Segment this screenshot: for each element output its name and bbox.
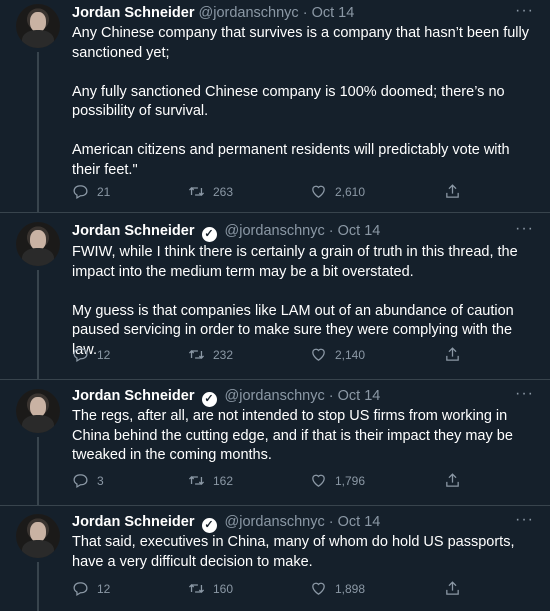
- like-icon: [312, 582, 325, 595]
- more-options-icon[interactable]: ···: [515, 385, 534, 403]
- reply-count: 12: [97, 581, 111, 596]
- like-button[interactable]: 2,140: [310, 346, 365, 363]
- author-handle[interactable]: @jordanschnyc: [225, 223, 325, 239]
- reply-icon: [73, 348, 88, 363]
- share-button[interactable]: [444, 472, 461, 489]
- avatar[interactable]: [16, 514, 60, 558]
- reply-icon: [73, 582, 88, 597]
- thread-line: [37, 270, 39, 379]
- reply-count: 3: [97, 473, 104, 488]
- author-handle[interactable]: @jordanschnyc: [225, 388, 325, 404]
- thread-line: [37, 562, 39, 611]
- avatar[interactable]: [16, 222, 60, 266]
- tweet-header: Jordan Schneider ✓ @jordanschnyc · Oct 1…: [72, 514, 380, 534]
- retweet-icon: [188, 350, 205, 359]
- retweet-icon: [188, 584, 205, 593]
- tweet-header: Jordan Schneider ✓ @jordanschnyc · Oct 1…: [72, 223, 380, 243]
- avatar[interactable]: [16, 4, 60, 48]
- reply-button[interactable]: 21: [72, 183, 110, 200]
- author-name[interactable]: Jordan Schneider: [72, 514, 194, 530]
- thread-line: [37, 52, 39, 212]
- separator: ·: [328, 514, 334, 530]
- reply-icon: [73, 185, 88, 200]
- tweet-text: The regs, after all, are not intended to…: [72, 407, 536, 466]
- separator: ·: [328, 223, 334, 239]
- like-button[interactable]: 1,898: [310, 580, 365, 597]
- retweet-count: 232: [213, 347, 234, 362]
- like-icon: [312, 185, 325, 198]
- retweet-count: 263: [213, 184, 234, 199]
- avatar[interactable]: [16, 389, 60, 433]
- share-icon: [446, 581, 459, 595]
- tweet-text: Any Chinese company that survives is a c…: [72, 24, 536, 180]
- retweet-count: 162: [213, 473, 234, 488]
- like-button[interactable]: 2,610: [310, 183, 365, 200]
- like-icon: [312, 474, 325, 487]
- thread-line: [37, 437, 39, 505]
- share-button[interactable]: [444, 346, 461, 363]
- reply-button[interactable]: 12: [72, 346, 110, 363]
- tweet-header: Jordan Schneider ✓ @jordanschnyc · Oct 1…: [72, 388, 380, 408]
- more-options-icon[interactable]: ···: [515, 220, 534, 238]
- separator: ·: [328, 388, 334, 404]
- tweet[interactable]: Jordan Schneider ✓ @jordanschnyc · Oct 1…: [0, 506, 550, 611]
- tweet-paragraph: FWIW, while I think there is certainly a…: [72, 244, 518, 280]
- tweet-date[interactable]: Oct 14: [312, 5, 355, 21]
- reply-icon: [73, 474, 88, 489]
- reply-button[interactable]: 12: [72, 580, 110, 597]
- share-button[interactable]: [444, 183, 461, 200]
- tweet-text: That said, executives in China, many of …: [72, 533, 536, 572]
- retweet-count: 160: [213, 581, 234, 596]
- share-icon: [446, 184, 459, 198]
- share-icon: [446, 347, 459, 361]
- tweet-text: FWIW, while I think there is certainly a…: [72, 243, 536, 360]
- tweet-paragraph: The regs, after all, are not intended to…: [72, 408, 513, 463]
- tweet[interactable]: Jordan Schneider ✓ @jordanschnyc · Oct 1…: [0, 380, 550, 505]
- verified-badge-icon: ✓: [201, 227, 217, 242]
- retweet-button[interactable]: 232: [188, 346, 233, 363]
- tweet-header: Jordan Schneider @jordanschnyc · Oct 14: [72, 5, 354, 25]
- author-name[interactable]: Jordan Schneider: [72, 223, 194, 239]
- like-icon: [312, 348, 325, 361]
- tweet-paragraph: My guess is that companies like LAM out …: [72, 302, 514, 358]
- like-count: 2,610: [335, 184, 366, 199]
- author-handle[interactable]: @jordanschnyc: [225, 514, 325, 530]
- separator: ·: [302, 5, 308, 21]
- reply-button[interactable]: 3: [72, 472, 104, 489]
- retweet-button[interactable]: 263: [188, 183, 233, 200]
- reply-count: 21: [97, 184, 111, 199]
- tweet[interactable]: Jordan Schneider ✓ @jordanschnyc · Oct 1…: [0, 213, 550, 379]
- tweet[interactable]: Jordan Schneider @jordanschnyc · Oct 14 …: [0, 0, 550, 212]
- author-name[interactable]: Jordan Schneider: [72, 5, 194, 21]
- reply-count: 12: [97, 347, 111, 362]
- retweet-icon: [188, 476, 205, 485]
- share-icon: [446, 473, 459, 487]
- author-handle[interactable]: @jordanschnyc: [199, 5, 299, 21]
- more-options-icon[interactable]: ···: [515, 511, 534, 529]
- like-button[interactable]: 1,796: [310, 472, 365, 489]
- retweet-icon: [188, 187, 205, 196]
- author-name[interactable]: Jordan Schneider: [72, 388, 194, 404]
- more-options-icon[interactable]: ···: [515, 2, 534, 20]
- retweet-button[interactable]: 160: [188, 580, 233, 597]
- tweet-paragraph: Any fully sanctioned Chinese company is …: [72, 83, 505, 120]
- like-count: 1,898: [335, 581, 366, 596]
- verified-badge-icon: ✓: [201, 518, 217, 533]
- tweet-date[interactable]: Oct 14: [338, 514, 381, 530]
- tweet-date[interactable]: Oct 14: [338, 388, 381, 404]
- tweet-date[interactable]: Oct 14: [338, 223, 381, 239]
- tweet-paragraph: That said, executives in China, many of …: [72, 534, 515, 570]
- tweet-paragraph: American citizens and permanent resident…: [72, 142, 510, 178]
- verified-badge-icon: ✓: [201, 392, 217, 407]
- like-count: 1,796: [335, 473, 366, 488]
- share-button[interactable]: [444, 580, 461, 597]
- tweet-paragraph: Any Chinese company that survives is a c…: [72, 25, 529, 61]
- like-count: 2,140: [335, 347, 366, 362]
- retweet-button[interactable]: 162: [188, 472, 233, 489]
